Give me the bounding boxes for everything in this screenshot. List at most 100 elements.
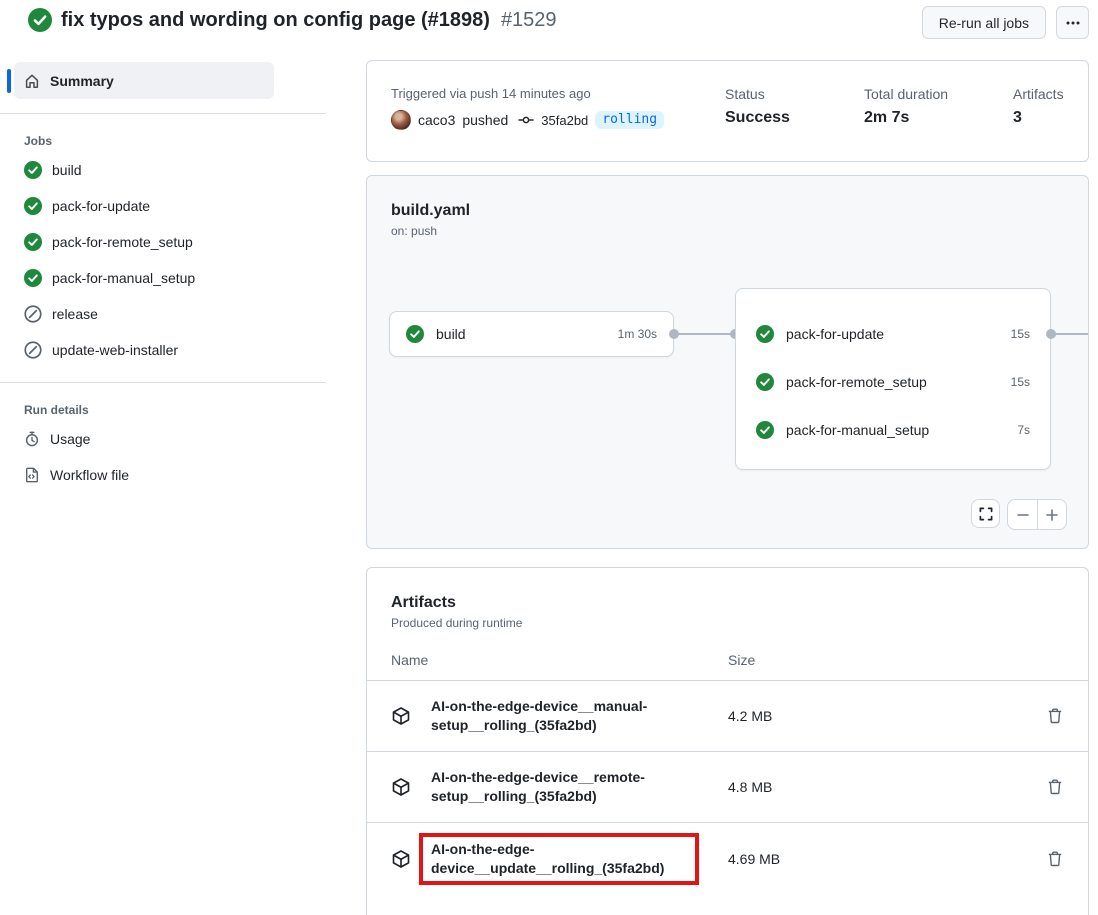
package-icon bbox=[391, 849, 411, 869]
success-check-icon bbox=[756, 325, 774, 343]
kebab-icon bbox=[1065, 15, 1081, 31]
artifacts-subtitle: Produced during runtime bbox=[367, 612, 1088, 630]
sidebar-job-update-web-installer[interactable]: update-web-installer bbox=[24, 332, 366, 368]
zoom-out-button[interactable] bbox=[1008, 500, 1037, 529]
active-indicator-bar bbox=[7, 69, 11, 93]
graph-job-label: pack-for-update bbox=[786, 326, 884, 342]
rerun-all-jobs-button[interactable]: Re-run all jobs bbox=[922, 6, 1046, 39]
artifact-row: AI-on-the-edge-device__remote-setup__rol… bbox=[367, 752, 1088, 823]
artifact-name-highlighted[interactable]: AI-on-the-edge-device__update__rolling_(… bbox=[419, 833, 699, 885]
commit-sha[interactable]: 35fa2bd bbox=[541, 113, 588, 128]
delete-artifact-button[interactable] bbox=[1047, 779, 1063, 795]
job-label: pack-for-remote_setup bbox=[52, 234, 193, 250]
artifacts-count-value: 3 bbox=[1013, 109, 1064, 127]
minus-icon bbox=[1015, 507, 1031, 523]
delete-artifact-button[interactable] bbox=[1047, 851, 1063, 867]
workflow-file-icon bbox=[24, 467, 40, 483]
status-value: Success bbox=[725, 109, 864, 127]
graph-job-duration: 1m 30s bbox=[618, 327, 657, 341]
run-detail-label: Workflow file bbox=[50, 467, 129, 483]
sidebar-item-usage[interactable]: Usage bbox=[24, 421, 366, 457]
success-check-icon bbox=[28, 8, 52, 32]
fit-to-window-button[interactable] bbox=[971, 499, 1000, 528]
graph-node-pack-for-update[interactable]: pack-for-update 15s bbox=[736, 310, 1050, 358]
trash-icon bbox=[1047, 851, 1063, 867]
status-label: Status bbox=[725, 86, 864, 102]
graph-node-build[interactable]: build 1m 30s bbox=[389, 311, 674, 357]
graph-job-duration: 15s bbox=[1011, 327, 1030, 341]
sidebar-job-build[interactable]: build bbox=[24, 152, 366, 188]
skipped-icon bbox=[24, 305, 42, 323]
page-title: fix typos and wording on config page (#1… bbox=[61, 9, 490, 32]
delete-artifact-button[interactable] bbox=[1047, 708, 1063, 724]
sidebar-job-pack-for-remote-setup[interactable]: pack-for-remote_setup bbox=[24, 224, 366, 260]
graph-edge bbox=[1051, 333, 1089, 335]
sidebar-job-pack-for-manual-setup[interactable]: pack-for-manual_setup bbox=[24, 260, 366, 296]
actor-name[interactable]: caco3 bbox=[418, 112, 455, 128]
artifacts-card: Artifacts Produced during runtime Name S… bbox=[366, 567, 1089, 915]
jobs-heading: Jobs bbox=[24, 134, 366, 148]
sidebar-item-workflow-file[interactable]: Workflow file bbox=[24, 457, 366, 493]
sidebar-job-pack-for-update[interactable]: pack-for-update bbox=[24, 188, 366, 224]
artifacts-table-header: Name Size bbox=[367, 630, 1088, 681]
job-label: update-web-installer bbox=[52, 342, 178, 358]
job-label: pack-for-update bbox=[52, 198, 150, 214]
graph-job-duration: 7s bbox=[1017, 423, 1030, 437]
success-check-icon bbox=[24, 197, 42, 215]
workflow-trigger: on: push bbox=[367, 220, 1088, 238]
trash-icon bbox=[1047, 708, 1063, 724]
job-label: pack-for-manual_setup bbox=[52, 270, 195, 286]
artifact-name[interactable]: AI-on-the-edge-device__manual-setup__rol… bbox=[431, 697, 711, 735]
job-label: release bbox=[52, 306, 98, 322]
run-details-heading: Run details bbox=[24, 403, 366, 417]
action-text: pushed bbox=[462, 112, 508, 128]
sidebar-divider bbox=[0, 382, 326, 383]
graph-job-group: pack-for-update 15s pack-for-remote_setu… bbox=[735, 288, 1051, 470]
kebab-menu-button[interactable] bbox=[1056, 6, 1089, 39]
workflow-file-name: build.yaml bbox=[367, 176, 1088, 220]
artifact-row: AI-on-the-edge-device__update__rolling_(… bbox=[367, 823, 1088, 894]
success-check-icon bbox=[406, 325, 424, 343]
success-check-icon bbox=[24, 269, 42, 287]
graph-node-pack-for-manual-setup[interactable]: pack-for-manual_setup 7s bbox=[736, 406, 1050, 454]
sidebar-job-release[interactable]: release bbox=[24, 296, 366, 332]
zoom-in-button[interactable] bbox=[1037, 500, 1066, 529]
artifacts-title: Artifacts bbox=[367, 568, 1088, 612]
graph-edge-dot bbox=[669, 329, 679, 339]
run-number: #1529 bbox=[501, 9, 557, 32]
home-icon bbox=[24, 73, 40, 89]
stopwatch-icon bbox=[24, 431, 40, 447]
git-commit-icon bbox=[518, 112, 534, 128]
sidebar-divider bbox=[0, 113, 326, 114]
run-detail-label: Usage bbox=[50, 431, 90, 447]
success-check-icon bbox=[24, 161, 42, 179]
package-icon bbox=[391, 706, 411, 726]
column-header-name: Name bbox=[391, 652, 728, 668]
trigger-text: Triggered via push 14 minutes ago bbox=[391, 86, 725, 101]
plus-icon bbox=[1044, 507, 1060, 523]
artifact-size: 4.2 MB bbox=[728, 708, 928, 724]
success-check-icon bbox=[756, 373, 774, 391]
artifact-size: 4.69 MB bbox=[728, 851, 928, 867]
workflow-graph-card: build.yaml on: push build 1m 30s pack-fo… bbox=[366, 175, 1089, 549]
duration-label: Total duration bbox=[864, 86, 1013, 102]
graph-node-pack-for-remote-setup[interactable]: pack-for-remote_setup 15s bbox=[736, 358, 1050, 406]
package-icon bbox=[391, 777, 411, 797]
run-header: fix typos and wording on config page (#1… bbox=[0, 0, 1098, 48]
job-label: build bbox=[52, 162, 82, 178]
graph-job-label: build bbox=[436, 326, 466, 342]
graph-job-label: pack-for-remote_setup bbox=[786, 374, 927, 390]
branch-badge[interactable]: rolling bbox=[595, 111, 664, 129]
skipped-icon bbox=[24, 341, 42, 359]
column-header-size: Size bbox=[728, 652, 755, 668]
graph-job-label: pack-for-manual_setup bbox=[786, 422, 929, 438]
graph-edge bbox=[674, 333, 735, 335]
run-summary-card: Triggered via push 14 minutes ago caco3 … bbox=[366, 60, 1089, 162]
sidebar: Summary Jobs build pack-for-update pack-… bbox=[0, 60, 366, 915]
artifact-name[interactable]: AI-on-the-edge-device__remote-setup__rol… bbox=[431, 768, 711, 806]
sidebar-item-summary[interactable]: Summary bbox=[0, 62, 326, 99]
avatar[interactable] bbox=[391, 110, 411, 130]
sidebar-summary-label: Summary bbox=[50, 73, 114, 89]
graph-edge-dot bbox=[1046, 329, 1056, 339]
graph-job-duration: 15s bbox=[1011, 375, 1030, 389]
